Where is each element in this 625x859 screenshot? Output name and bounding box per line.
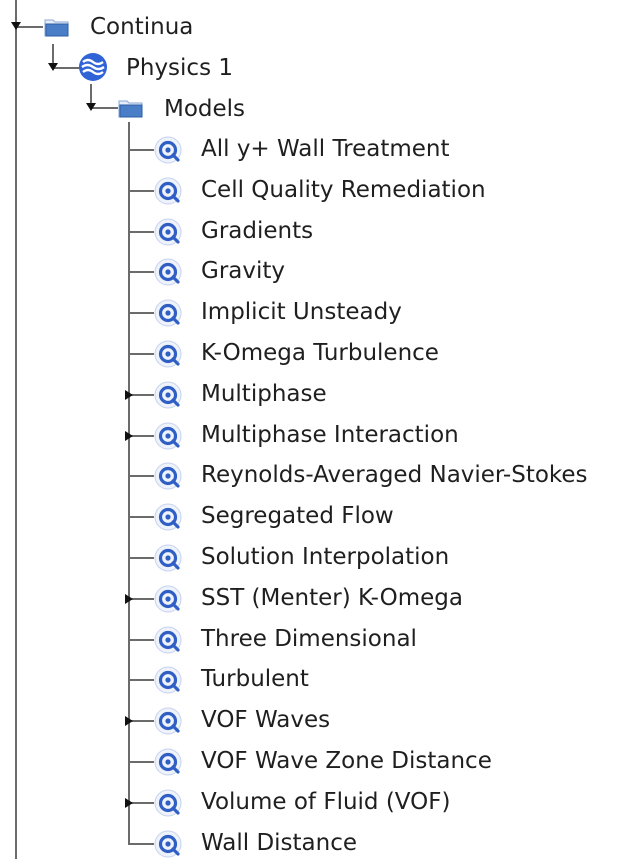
collapse-toggle-continua[interactable]	[11, 22, 21, 30]
model-icon	[154, 666, 182, 694]
model-icon	[154, 707, 182, 735]
collapse-toggle-models[interactable]	[86, 103, 96, 111]
tree-node-model[interactable]: Volume of Fluid (VOF)	[201, 788, 450, 816]
tree-node-model[interactable]: Gradients	[201, 217, 313, 245]
model-icon	[154, 544, 182, 572]
tree-connector	[128, 761, 154, 763]
tree-node-model[interactable]: Solution Interpolation	[201, 543, 449, 571]
tree-node-model[interactable]: Cell Quality Remediation	[201, 176, 486, 204]
model-icon	[154, 462, 182, 490]
tree-node-models[interactable]: Models	[164, 95, 245, 123]
expand-toggle[interactable]	[125, 594, 133, 604]
model-icon	[154, 381, 182, 409]
tree-connector	[128, 271, 154, 273]
expand-toggle[interactable]	[125, 390, 133, 400]
model-icon	[154, 258, 182, 286]
tree-connector	[128, 843, 154, 845]
model-icon	[154, 830, 182, 858]
physics-continuum-icon	[79, 53, 107, 81]
tree-connector	[128, 353, 154, 355]
tree-connector	[128, 149, 154, 151]
tree-node-model[interactable]: Gravity	[201, 257, 285, 285]
tree-node-model[interactable]: All y+ Wall Treatment	[201, 135, 450, 163]
tree-node-model[interactable]: Reynolds-Averaged Navier-Stokes	[201, 461, 588, 489]
tree-node-model[interactable]: VOF Waves	[201, 706, 330, 734]
model-icon	[154, 503, 182, 531]
tree-connector	[128, 475, 154, 477]
model-icon	[154, 340, 182, 368]
tree-node-model[interactable]: Segregated Flow	[201, 502, 394, 530]
model-icon	[154, 748, 182, 776]
folder-icon	[118, 100, 143, 118]
expand-toggle[interactable]	[125, 798, 133, 808]
model-icon	[154, 218, 182, 246]
tree-node-physics-1[interactable]: Physics 1	[126, 54, 233, 82]
tree-connector	[128, 190, 154, 192]
tree-connector	[15, 0, 17, 859]
tree-connector	[128, 231, 154, 233]
expand-toggle[interactable]	[125, 431, 133, 441]
model-icon	[154, 422, 182, 450]
expand-toggle[interactable]	[125, 716, 133, 726]
tree-node-model[interactable]: Three Dimensional	[201, 625, 417, 653]
tree-node-model[interactable]: Implicit Unsteady	[201, 298, 402, 326]
tree-node-model[interactable]: SST (Menter) K-Omega	[201, 584, 463, 612]
tree-node-model[interactable]: K-Omega Turbulence	[201, 339, 439, 367]
model-icon	[154, 626, 182, 654]
folder-icon	[44, 19, 69, 37]
model-icon	[154, 177, 182, 205]
model-icon	[154, 585, 182, 613]
tree-connector	[128, 557, 154, 559]
model-icon	[154, 299, 182, 327]
tree-connector	[128, 679, 154, 681]
model-icon	[154, 136, 182, 164]
tree-connector	[128, 639, 154, 641]
model-icon	[154, 789, 182, 817]
tree-node-model[interactable]: VOF Wave Zone Distance	[201, 747, 492, 775]
tree-node-model[interactable]: Wall Distance	[201, 829, 357, 857]
tree-connector	[128, 312, 154, 314]
tree-connector	[128, 516, 154, 518]
tree-node-model[interactable]: Multiphase Interaction	[201, 421, 459, 449]
tree-node-model[interactable]: Multiphase	[201, 380, 327, 408]
tree-node-continua[interactable]: Continua	[90, 13, 193, 41]
tree-node-model[interactable]: Turbulent	[201, 665, 309, 693]
collapse-toggle-physics[interactable]	[48, 63, 58, 71]
